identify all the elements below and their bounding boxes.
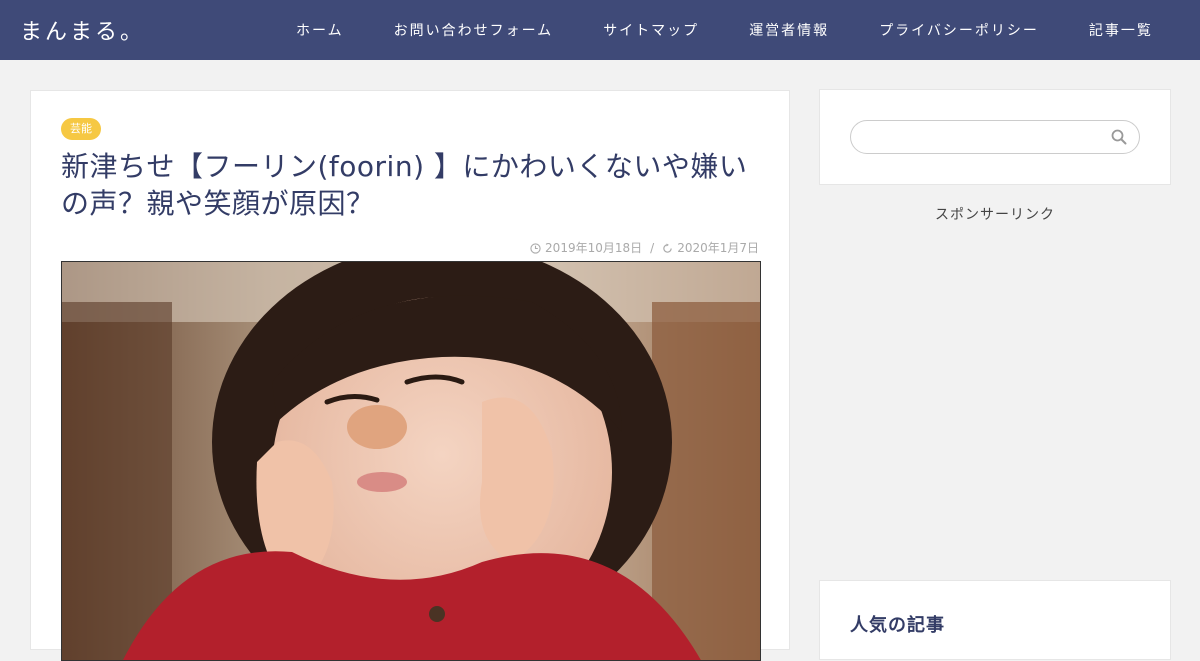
- sidebar-popular-card: 人気の記事: [819, 580, 1171, 660]
- site-header: まんまる。 ホーム お問い合わせフォーム サイトマップ 運営者情報 プライバシー…: [0, 0, 1200, 60]
- popular-posts-title: 人気の記事: [850, 615, 945, 636]
- post-title: 新津ちせ【フーリン(foorin) 】にかわいくないや嫌いの声？親や笑顔が原因？: [61, 150, 748, 220]
- global-nav: ホーム お問い合わせフォーム サイトマップ 運営者情報 プライバシーポリシー 記…: [271, 0, 1178, 60]
- clock-icon: [530, 241, 541, 255]
- category-badge[interactable]: 芸能: [61, 118, 101, 140]
- refresh-icon: [662, 241, 673, 255]
- date-separator: /: [650, 240, 655, 255]
- nav-item-contact[interactable]: お問い合わせフォーム: [369, 20, 579, 40]
- sidebar-search-card: [819, 89, 1171, 185]
- nav-item-home[interactable]: ホーム: [271, 20, 369, 40]
- search-input[interactable]: [850, 120, 1140, 154]
- site-title-link[interactable]: まんまる。: [20, 14, 145, 46]
- nav-item-articles[interactable]: 記事一覧: [1064, 20, 1178, 40]
- nav-item-about[interactable]: 運営者情報: [724, 20, 854, 40]
- sponsor-label: スポンサーリンク: [935, 207, 1055, 223]
- post-dates: 2019年10月18日 / 2020年1月7日: [530, 239, 759, 256]
- updated-date: 2020年1月7日: [677, 241, 759, 255]
- published-date: 2019年10月18日: [545, 241, 643, 255]
- search-icon[interactable]: [1111, 129, 1129, 147]
- nav-item-privacy[interactable]: プライバシーポリシー: [854, 20, 1064, 40]
- eyecatch-image: [61, 261, 761, 661]
- article-card: 芸能 新津ちせ【フーリン(foorin) 】にかわいくないや嫌いの声？親や笑顔が…: [30, 90, 790, 661]
- nav-item-sitemap[interactable]: サイトマップ: [578, 20, 724, 40]
